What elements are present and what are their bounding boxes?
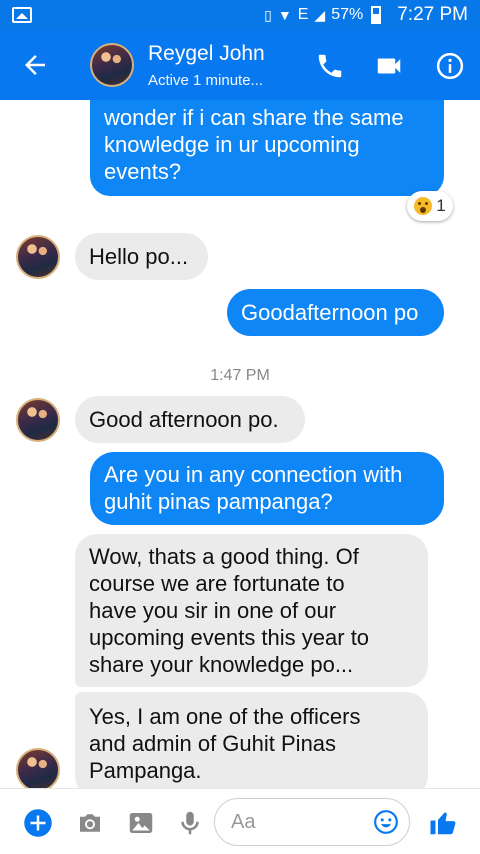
status-bar: ▯ ▼ E ◢ 57% 7:27 PM [0,0,480,30]
message-composer: Aa [0,788,480,854]
contact-avatar[interactable] [90,43,134,87]
contact-avatar[interactable] [16,235,60,279]
message-line: Pampanga. [89,758,202,783]
message-line: Yes, I am one of the officers [89,704,361,729]
contact-avatar[interactable] [16,398,60,442]
microphone-icon[interactable] [175,808,205,838]
battery-percent: 57% [331,6,364,23]
battery-icon [371,6,382,24]
status-icons: ▯ ▼ E ◢ 57% 7:27 PM [264,4,468,26]
active-status: Active 1 minute... [148,72,264,89]
message-bubble-outgoing[interactable]: Goodafternoon po [227,289,444,336]
message-input-placeholder: Aa [231,811,256,833]
info-icon[interactable] [435,51,465,81]
message-line: share your knowledge po... [89,652,354,677]
message-line: Wow, thats a good thing. Of [89,544,359,569]
message-bubble-incoming[interactable]: Good afternoon po. [75,396,305,443]
video-call-icon[interactable] [374,51,404,81]
emoji-icon[interactable] [373,809,399,835]
vibrate-icon: ▯ [264,6,272,23]
signal-icon: ◢ [314,6,326,23]
message-line: and admin of Guhit Pinas [89,731,337,756]
message-timestamp: 1:47 PM [210,367,270,384]
message-bubble-incoming[interactable]: Wow, thats a good thing. Of course we ar… [75,534,428,687]
wow-emoji-icon [414,197,433,215]
message-line: Good afternoon po. [89,407,279,432]
message-line: guhit pinas pampanga? [104,489,333,514]
back-arrow-icon[interactable] [20,50,50,80]
message-bubble-outgoing[interactable]: wonder if i can share the same knowledge… [90,100,444,196]
message-line: Are you in any connection with [104,462,403,487]
message-bubble-outgoing[interactable]: Are you in any connection with guhit pin… [90,452,444,525]
reaction-badge[interactable]: 1 [407,191,453,221]
network-type: E [297,6,309,23]
message-line: Hello po... [89,244,189,269]
conversation-header: Reygel John Active 1 minute... [0,30,480,100]
message-bubble-incoming[interactable]: Yes, I am one of the officers and admin … [75,692,428,788]
message-line: wonder if i can share the same [104,105,404,130]
message-line: Goodafternoon po [241,300,419,325]
message-line: have you sir in one of our [89,598,337,623]
clock: 7:27 PM [397,4,468,25]
gallery-notification-icon [12,7,32,23]
contact-avatar[interactable] [16,748,60,788]
message-thread[interactable]: wonder if i can share the same knowledge… [0,100,480,788]
phone-call-icon[interactable] [315,51,345,81]
message-bubble-incoming[interactable]: Hello po... [75,233,208,280]
wifi-icon: ▼ [277,7,292,23]
message-line: upcoming events this year to [89,625,370,650]
message-line: knowledge in ur upcoming [104,132,360,157]
contact-name[interactable]: Reygel John [148,42,265,66]
message-input[interactable]: Aa [214,798,410,846]
message-line: events? [104,159,182,184]
image-gallery-icon[interactable] [126,808,156,838]
message-line: course we are fortunate to [89,571,345,596]
camera-icon[interactable] [75,808,105,838]
reaction-count: 1 [436,196,446,215]
add-plus-icon[interactable] [23,808,53,838]
thumbs-up-icon[interactable] [428,808,458,838]
